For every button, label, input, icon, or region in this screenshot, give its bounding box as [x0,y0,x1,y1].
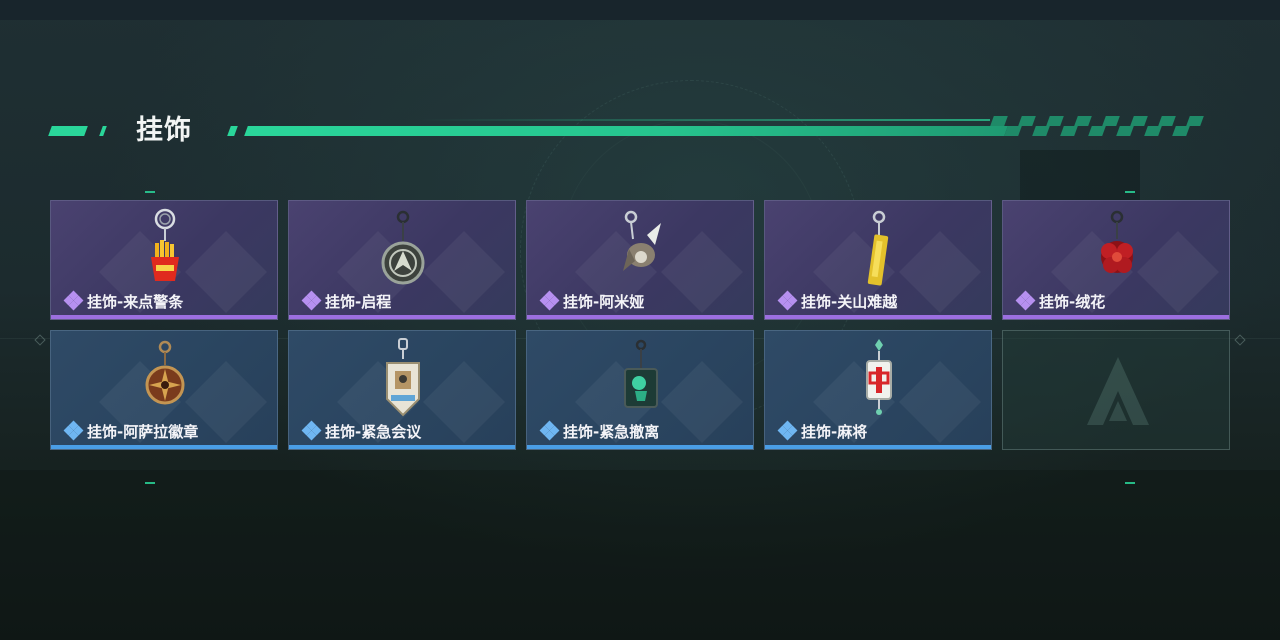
mahjong-tile-charm-icon [866,339,892,415]
charm-card[interactable]: 挂饰-启程 [288,200,516,320]
charm-name: 挂饰-阿萨拉徽章 [87,422,199,441]
charm-label-row: 挂饰-绒花 [1015,290,1106,311]
section-header: 挂饰 [0,100,1280,160]
grid-corner-tick [145,482,155,484]
side-marker-right [1234,334,1246,346]
green-tablet-charm-icon [624,339,658,408]
rarity-diamond-icon [539,420,560,441]
header-accent-bar [244,126,1008,136]
rarity-bar [527,315,753,319]
empty-charm-slot[interactable] [1002,330,1230,450]
header-thin-line [420,119,990,121]
rarity-diamond-icon [777,420,798,441]
charm-card[interactable]: 挂饰-紧急撤离 [526,330,754,450]
charm-label-row: 挂饰-紧急会议 [301,420,422,441]
rarity-diamond-icon [301,290,322,311]
grid-corner-tick [145,191,155,193]
rarity-diamond-icon [777,290,798,311]
game-logo-icon [1087,357,1149,425]
rarity-diamond-icon [1015,290,1036,311]
rarity-diamond-icon [63,420,84,441]
charm-card[interactable]: 挂饰-阿米娅 [526,200,754,320]
top-strip [0,0,1280,20]
charm-label-row: 挂饰-阿米娅 [539,290,645,311]
charm-label-row: 挂饰-麻将 [777,420,868,441]
charm-card[interactable]: 挂饰-阿萨拉徽章 [50,330,278,450]
grid-corner-tick [1125,482,1135,484]
charm-label-row: 挂饰-关山难越 [777,290,898,311]
rarity-bar [1003,315,1229,319]
charm-card[interactable]: 挂饰-关山难越 [764,200,992,320]
charm-card[interactable]: 挂饰-绒花 [1002,200,1230,320]
rarity-diamond-icon [63,290,84,311]
charm-card[interactable]: 挂饰-麻将 [764,330,992,450]
charm-label-row: 挂饰-阿萨拉徽章 [63,420,199,441]
rarity-bar [765,445,991,449]
rarity-bar [289,315,515,319]
compass-badge-charm-icon [145,340,185,405]
crest-charm-icon [386,338,420,417]
charm-name: 挂饰-阿米娅 [563,292,645,311]
charm-grid: 挂饰-来点警条 挂饰-启程 挂饰-阿米娅 挂饰-关山难越 挂饰-绒花 挂饰-阿萨… [50,200,1230,450]
header-accent-tick-2 [227,126,238,136]
gold-bar-charm-icon [867,210,889,286]
rarity-diamond-icon [539,290,560,311]
grid-corner-tick [1125,191,1135,193]
charm-name: 挂饰-紧急会议 [325,422,422,441]
rarity-bar [51,445,277,449]
emblem-ring-charm-icon [381,210,425,285]
rarity-bar [289,445,515,449]
section-title: 挂饰 [136,115,192,146]
red-flower-charm-icon [1101,210,1133,273]
rarity-diamond-icon [301,420,322,441]
rarity-bar [527,445,753,449]
charm-card[interactable]: 挂饰-来点警条 [50,200,278,320]
charm-label-row: 挂饰-启程 [301,290,392,311]
charm-name: 挂饰-紧急撤离 [563,422,660,441]
bunny-charm-icon [623,210,661,271]
rarity-bar [51,315,277,319]
rarity-bar [765,315,991,319]
charm-name: 挂饰-来点警条 [87,292,184,311]
background-ground [0,470,1280,640]
charm-name: 挂饰-麻将 [801,422,868,441]
charm-label-row: 挂饰-紧急撤离 [539,420,660,441]
charm-name: 挂饰-启程 [325,292,392,311]
charm-name: 挂饰-关山难越 [801,292,898,311]
side-marker-left [34,334,46,346]
charm-card[interactable]: 挂饰-紧急会议 [288,330,516,450]
fries-charm-icon [151,208,179,281]
charm-label-row: 挂饰-来点警条 [63,290,184,311]
header-accent-tick [99,126,107,136]
header-checker-pattern [990,116,1204,136]
charm-name: 挂饰-绒花 [1039,292,1106,311]
header-accent-dash [48,126,88,136]
